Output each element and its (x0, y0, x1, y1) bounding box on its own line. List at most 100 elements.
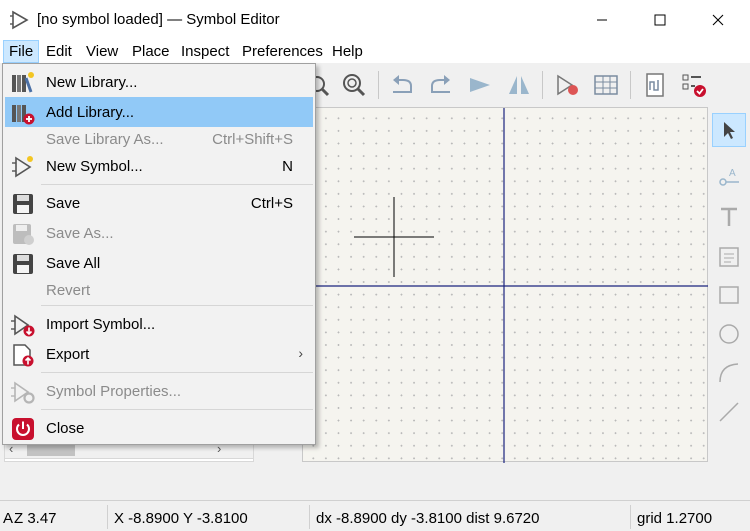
chevron-right-icon: › (298, 345, 303, 361)
menu-view[interactable]: View (81, 40, 123, 63)
maximize-button[interactable] (637, 0, 683, 40)
menu-item-label: Export (46, 346, 90, 363)
menu-item-label: Save (46, 195, 81, 212)
add-line-button[interactable] (712, 395, 746, 429)
add-circle-button[interactable] (712, 317, 746, 351)
redo-icon[interactable] (428, 72, 454, 98)
undo-icon[interactable] (389, 72, 415, 98)
text-icon (721, 207, 737, 226)
menu-item-save-as[interactable]: Save As... (5, 218, 313, 248)
canvas-overlay (303, 108, 709, 463)
menu-item-label: Save Library As... (46, 131, 164, 148)
right-toolbar: A (708, 107, 750, 462)
menu-item-label: Import Symbol... (46, 316, 156, 333)
datasheet-icon[interactable] (642, 72, 668, 98)
arrow-pointer-icon (724, 122, 735, 139)
menu-item-new-library[interactable]: New Library... (5, 67, 313, 97)
menu-item-shortcut: N (282, 158, 293, 175)
menu-file[interactable]: File (3, 40, 40, 63)
status-separator (309, 505, 310, 529)
save-all-icon (13, 254, 33, 274)
menu-item-export[interactable]: Export › (5, 339, 313, 369)
save-as-icon (13, 224, 34, 245)
add-rectangle-button[interactable] (712, 278, 746, 312)
add-textbox-button[interactable] (712, 240, 746, 274)
new-symbol-icon (12, 156, 33, 178)
symbol-editor-icon (10, 10, 29, 30)
check-symbol-icon[interactable] (681, 72, 707, 98)
status-delta: dx -8.8900 dy -3.8100 dist 9.6720 (316, 510, 540, 527)
symbol-properties-toolbar-icon[interactable] (554, 72, 580, 98)
toolbar-separator (378, 71, 379, 99)
status-grid: grid 1.2700 (637, 510, 713, 527)
status-bar: A Z 3.47 X -8.8900 Y -3.8100 dx -8.8900 … (0, 500, 750, 531)
svg-text:A: A (729, 168, 736, 179)
title-bar: [no symbol loaded] — Symbol Editor (0, 0, 750, 40)
line-icon (719, 402, 739, 422)
menu-item-label: New Library... (46, 74, 138, 91)
menu-item-symbol-properties[interactable]: Symbol Properties... (5, 376, 313, 406)
menu-item-revert[interactable]: Revert (5, 275, 313, 305)
close-window-button[interactable] (695, 0, 741, 40)
menu-separator (41, 305, 313, 306)
menu-item-label: Close (46, 420, 85, 437)
circle-icon (719, 324, 739, 344)
menu-separator (41, 409, 313, 410)
menu-preferences[interactable]: Preferences (237, 40, 328, 63)
add-text-button[interactable] (712, 200, 746, 234)
mirror-icon[interactable] (506, 72, 532, 98)
save-icon (13, 194, 33, 214)
zoom-fit-icon[interactable] (341, 72, 367, 98)
menu-item-save-library-as[interactable]: Save Library As... Ctrl+Shift+S (5, 124, 313, 154)
file-menu-dropdown: New Library... Add Library... Save Libra… (2, 63, 316, 445)
minimize-icon (597, 19, 607, 21)
close-power-icon (12, 418, 34, 440)
pin-icon: A (719, 168, 739, 186)
new-library-icon (12, 72, 34, 93)
maximize-icon (654, 14, 666, 26)
symbol-properties-icon (11, 381, 35, 404)
menu-item-save-all[interactable]: Save All (5, 248, 313, 278)
select-tool-button[interactable] (712, 113, 746, 147)
textbox-icon (719, 247, 739, 267)
menu-item-shortcut: Ctrl+S (250, 195, 293, 212)
status-separator (630, 505, 631, 529)
window-title: [no symbol loaded] — Symbol Editor (37, 11, 280, 28)
minimize-button[interactable] (579, 0, 625, 40)
add-arc-button[interactable] (712, 356, 746, 390)
drawing-canvas[interactable] (302, 107, 709, 463)
menu-item-label: New Symbol... (46, 158, 143, 175)
menu-item-import-symbol[interactable]: Import Symbol... (5, 309, 313, 339)
menu-item-label: Save As... (46, 225, 114, 242)
menu-item-new-symbol[interactable]: New Symbol... N (5, 151, 313, 181)
add-pin-button[interactable]: A (712, 160, 746, 194)
pin-table-icon[interactable] (593, 72, 619, 98)
close-icon (712, 14, 724, 26)
menu-item-label: Save All (46, 255, 101, 272)
rectangle-icon (719, 286, 739, 304)
toolbar-separator (630, 71, 631, 99)
menu-item-label: Symbol Properties... (46, 383, 182, 400)
add-library-icon (12, 105, 35, 125)
scrollbar-thumb[interactable] (27, 444, 75, 456)
status-prefix: A (3, 510, 14, 527)
menu-item-save[interactable]: Save Ctrl+S (5, 188, 313, 218)
menu-item-label: Add Library... (46, 104, 135, 121)
menu-item-label: Revert (46, 282, 91, 299)
status-zoom: Z 3.47 (14, 510, 57, 527)
menu-inspect[interactable]: Inspect (176, 40, 234, 63)
toolbar-separator (542, 71, 543, 99)
menu-item-add-library[interactable]: Add Library... (5, 97, 313, 127)
menu-item-shortcut: Ctrl+Shift+S (212, 131, 293, 148)
menu-place[interactable]: Place (127, 40, 175, 63)
menu-edit[interactable]: Edit (41, 40, 77, 63)
import-symbol-icon (11, 314, 35, 337)
menu-help[interactable]: Help (327, 40, 368, 63)
menu-separator (41, 184, 313, 185)
rotate-icon[interactable] (467, 72, 493, 98)
menu-separator (41, 372, 313, 373)
status-separator (107, 505, 108, 529)
menu-item-close[interactable]: Close (5, 413, 313, 443)
export-icon (13, 344, 34, 367)
arc-icon (719, 363, 739, 383)
